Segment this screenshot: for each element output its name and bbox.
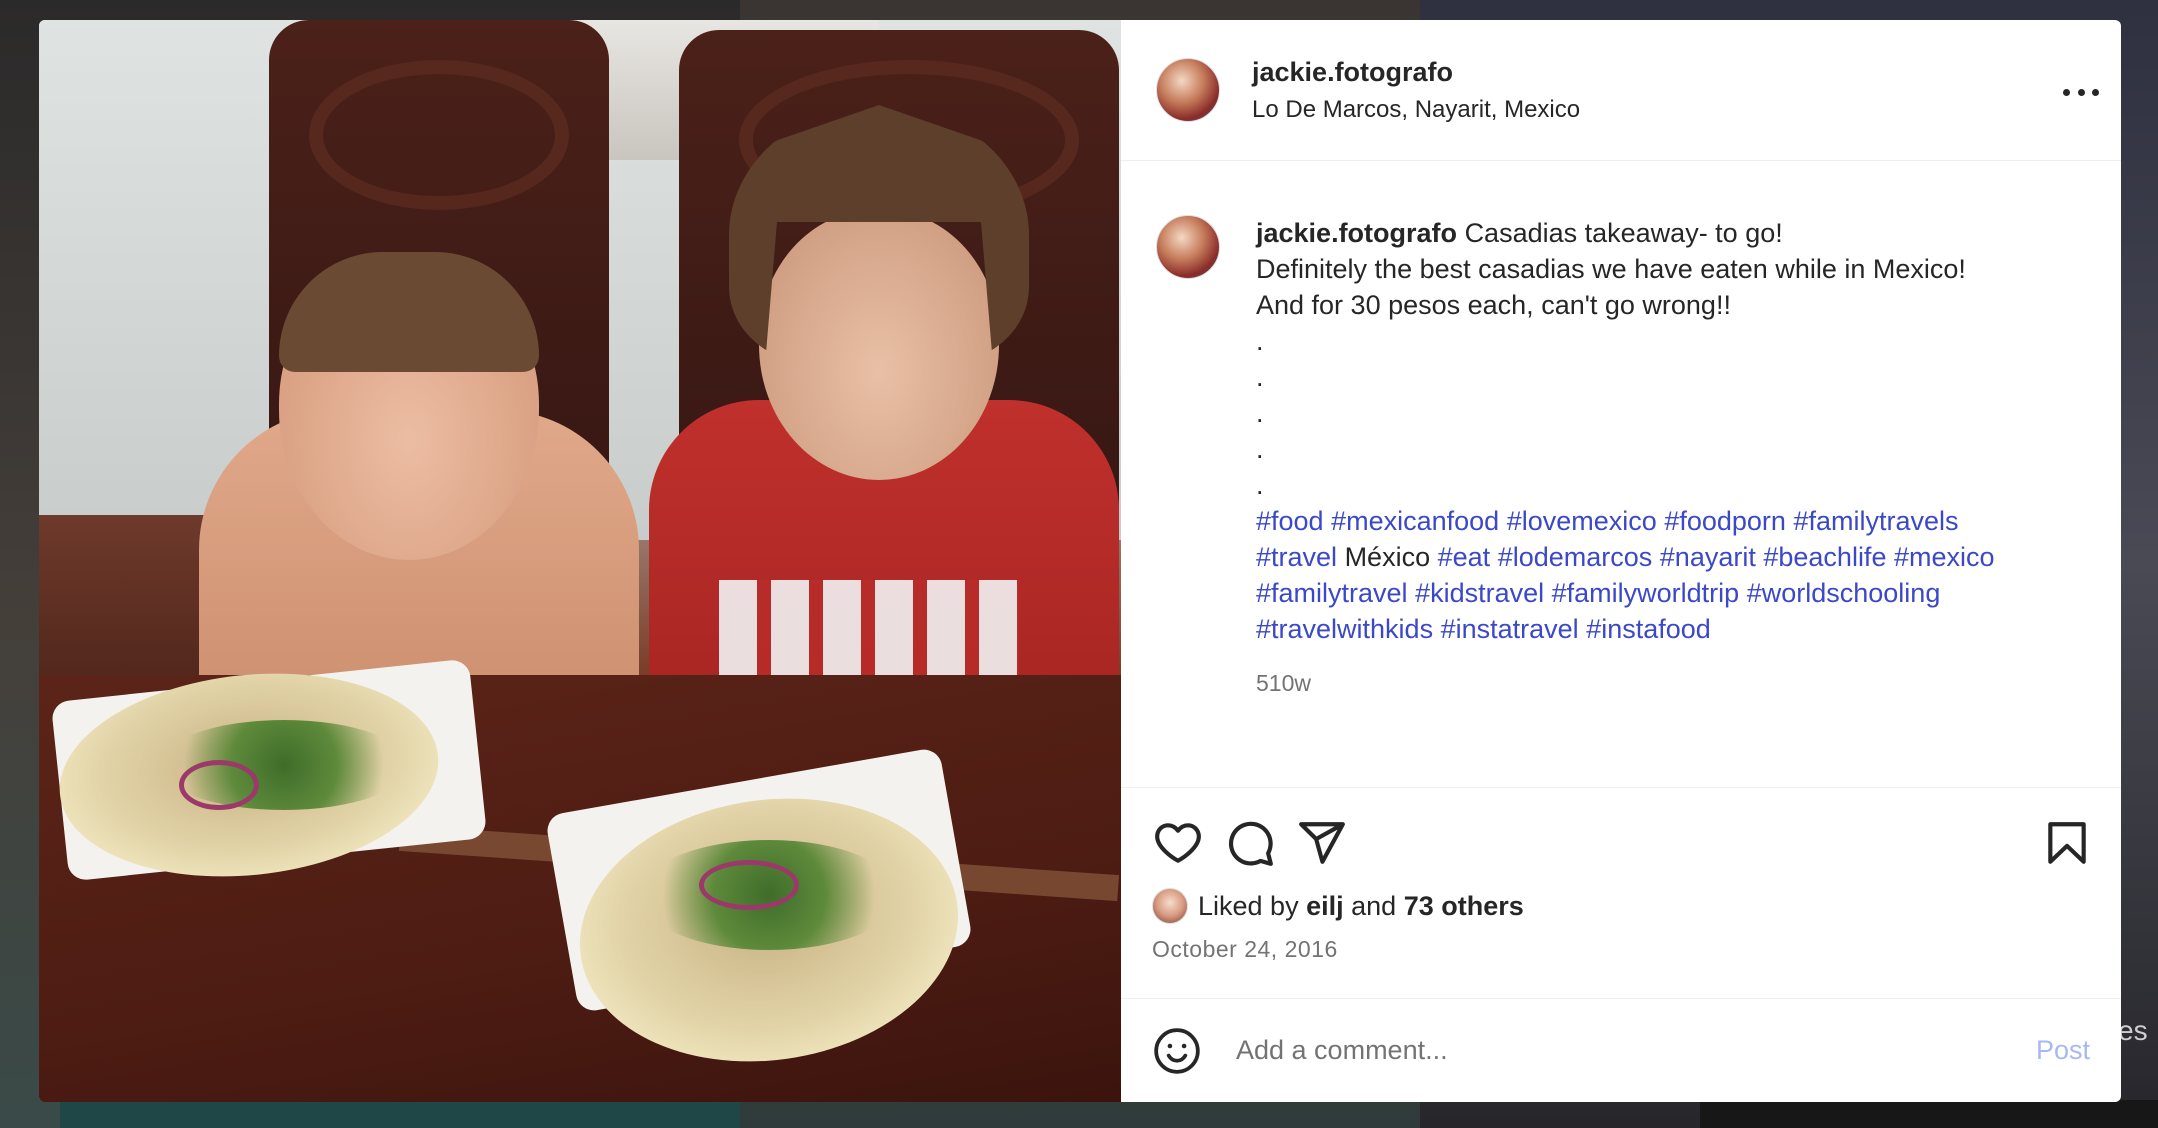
caption-dot: .	[1256, 470, 1264, 500]
hashtag-link[interactable]: #familytravel	[1256, 578, 1408, 608]
caption-time-ago[interactable]: 510w	[1256, 665, 1995, 701]
more-horizontal-icon[interactable]	[2063, 82, 2099, 102]
background-post-tile	[1700, 1100, 2158, 1128]
more-dot	[2077, 88, 2085, 96]
emoji-icon[interactable]	[1152, 1026, 1202, 1076]
caption-line: And for 30 pesos each, can't go wrong!!	[1256, 290, 1731, 320]
comment-icon[interactable]	[1224, 817, 1276, 869]
author-avatar[interactable]	[1156, 58, 1220, 122]
post-header: jackie.fotografo Lo De Marcos, Nayarit, …	[1121, 20, 2121, 161]
hashtag-link[interactable]: #instafood	[1586, 614, 1711, 644]
share-icon-svg	[1299, 822, 1345, 864]
background-edge-text: es	[2118, 1015, 2148, 1046]
hashtag-link[interactable]: #nayarit	[1660, 542, 1756, 572]
comment-input[interactable]	[1236, 1035, 2036, 1066]
hashtag-link[interactable]: #instatravel	[1441, 614, 1579, 644]
heart-icon-svg	[1155, 823, 1201, 863]
post-modal: jackie.fotografo Lo De Marcos, Nayarit, …	[39, 20, 2121, 1102]
liker-username[interactable]: eilj	[1306, 891, 1344, 922]
hashtag-link[interactable]: #mexicanfood	[1331, 506, 1499, 536]
caption-dot: .	[1256, 434, 1264, 464]
post-date[interactable]: October 24, 2016	[1152, 936, 2093, 963]
caption-author-avatar[interactable]	[1156, 215, 1220, 279]
comment-bar: Post	[1121, 998, 2121, 1102]
post-photo[interactable]	[39, 20, 1121, 1102]
caption-line: Definitely the best casadias we have eat…	[1256, 254, 1966, 284]
liker-avatar[interactable]	[1152, 888, 1188, 924]
likes-prefix: Liked by	[1198, 890, 1299, 921]
hashtag-link[interactable]: #kidstravel	[1415, 578, 1544, 608]
bookmark-icon-svg	[2048, 822, 2086, 864]
caption-username[interactable]: jackie.fotografo	[1256, 218, 1457, 248]
likes-others-link[interactable]: 73 others	[1404, 891, 1524, 922]
post-comment-button[interactable]: Post	[2036, 1035, 2090, 1066]
caption-word: México	[1344, 542, 1431, 572]
likes-summary: Liked by eilj and 73 others	[1152, 888, 2093, 924]
photo-child-head	[759, 210, 999, 480]
hashtag-link[interactable]: #familyworldtrip	[1552, 578, 1740, 608]
caption-text: jackie.fotografo Casadias takeaway- to g…	[1256, 215, 1995, 787]
photo-red-onion	[699, 860, 799, 910]
post-info-panel: jackie.fotografo Lo De Marcos, Nayarit, …	[1121, 20, 2121, 1102]
likes-connector: and	[1351, 890, 1397, 921]
hashtag-link[interactable]: #beachlife	[1763, 542, 1886, 572]
hashtag-link[interactable]: #lovemexico	[1507, 506, 1657, 536]
hashtag-link[interactable]: #worldschooling	[1747, 578, 1941, 608]
caption-dot: .	[1256, 326, 1264, 356]
hashtags-line: #travelwithkids #instatravel #instafood	[1256, 611, 1995, 647]
photo-red-onion	[179, 760, 259, 810]
bookmark-icon[interactable]	[2041, 817, 2093, 869]
post-location[interactable]: Lo De Marcos, Nayarit, Mexico	[1252, 96, 1580, 124]
action-bar	[1152, 810, 2093, 876]
hashtag-link[interactable]: #travel	[1256, 542, 1337, 572]
hashtag-link[interactable]: #familytravels	[1793, 506, 1958, 536]
hashtag-link[interactable]: #lodemarcos	[1498, 542, 1653, 572]
hashtags-line: #travel México #eat #lodemarcos #nayarit…	[1256, 539, 1995, 575]
author-username[interactable]: jackie.fotografo	[1252, 57, 1580, 88]
hashtag-link[interactable]: #food	[1256, 506, 1324, 536]
background-post-tile	[60, 1100, 740, 1128]
hashtag-link[interactable]: #foodporn	[1664, 506, 1786, 536]
hashtags-line: #familytravel #kidstravel #familyworldtr…	[1256, 575, 1995, 611]
post-actions: Liked by eilj and 73 others October 24, …	[1121, 787, 2121, 998]
more-dot	[2092, 88, 2099, 96]
heart-icon[interactable]	[1152, 817, 1204, 869]
author-info: jackie.fotografo Lo De Marcos, Nayarit, …	[1252, 57, 1580, 124]
hashtags-line: #food #mexicanfood #lovemexico #foodporn…	[1256, 503, 1995, 539]
caption-line: Casadias takeaway- to go!	[1464, 218, 1783, 248]
caption-area: jackie.fotografo Casadias takeaway- to g…	[1121, 161, 2121, 787]
hashtag-link[interactable]: #eat	[1438, 542, 1491, 572]
caption-dot: .	[1256, 398, 1264, 428]
hashtag-link[interactable]: #travelwithkids	[1256, 614, 1433, 644]
comment-icon-svg	[1228, 821, 1273, 866]
photo-chair-carving	[309, 60, 569, 210]
hashtag-link[interactable]: #mexico	[1894, 542, 1995, 572]
share-icon[interactable]	[1296, 817, 1348, 869]
more-dot	[2063, 88, 2070, 96]
caption-dot: .	[1256, 362, 1264, 392]
